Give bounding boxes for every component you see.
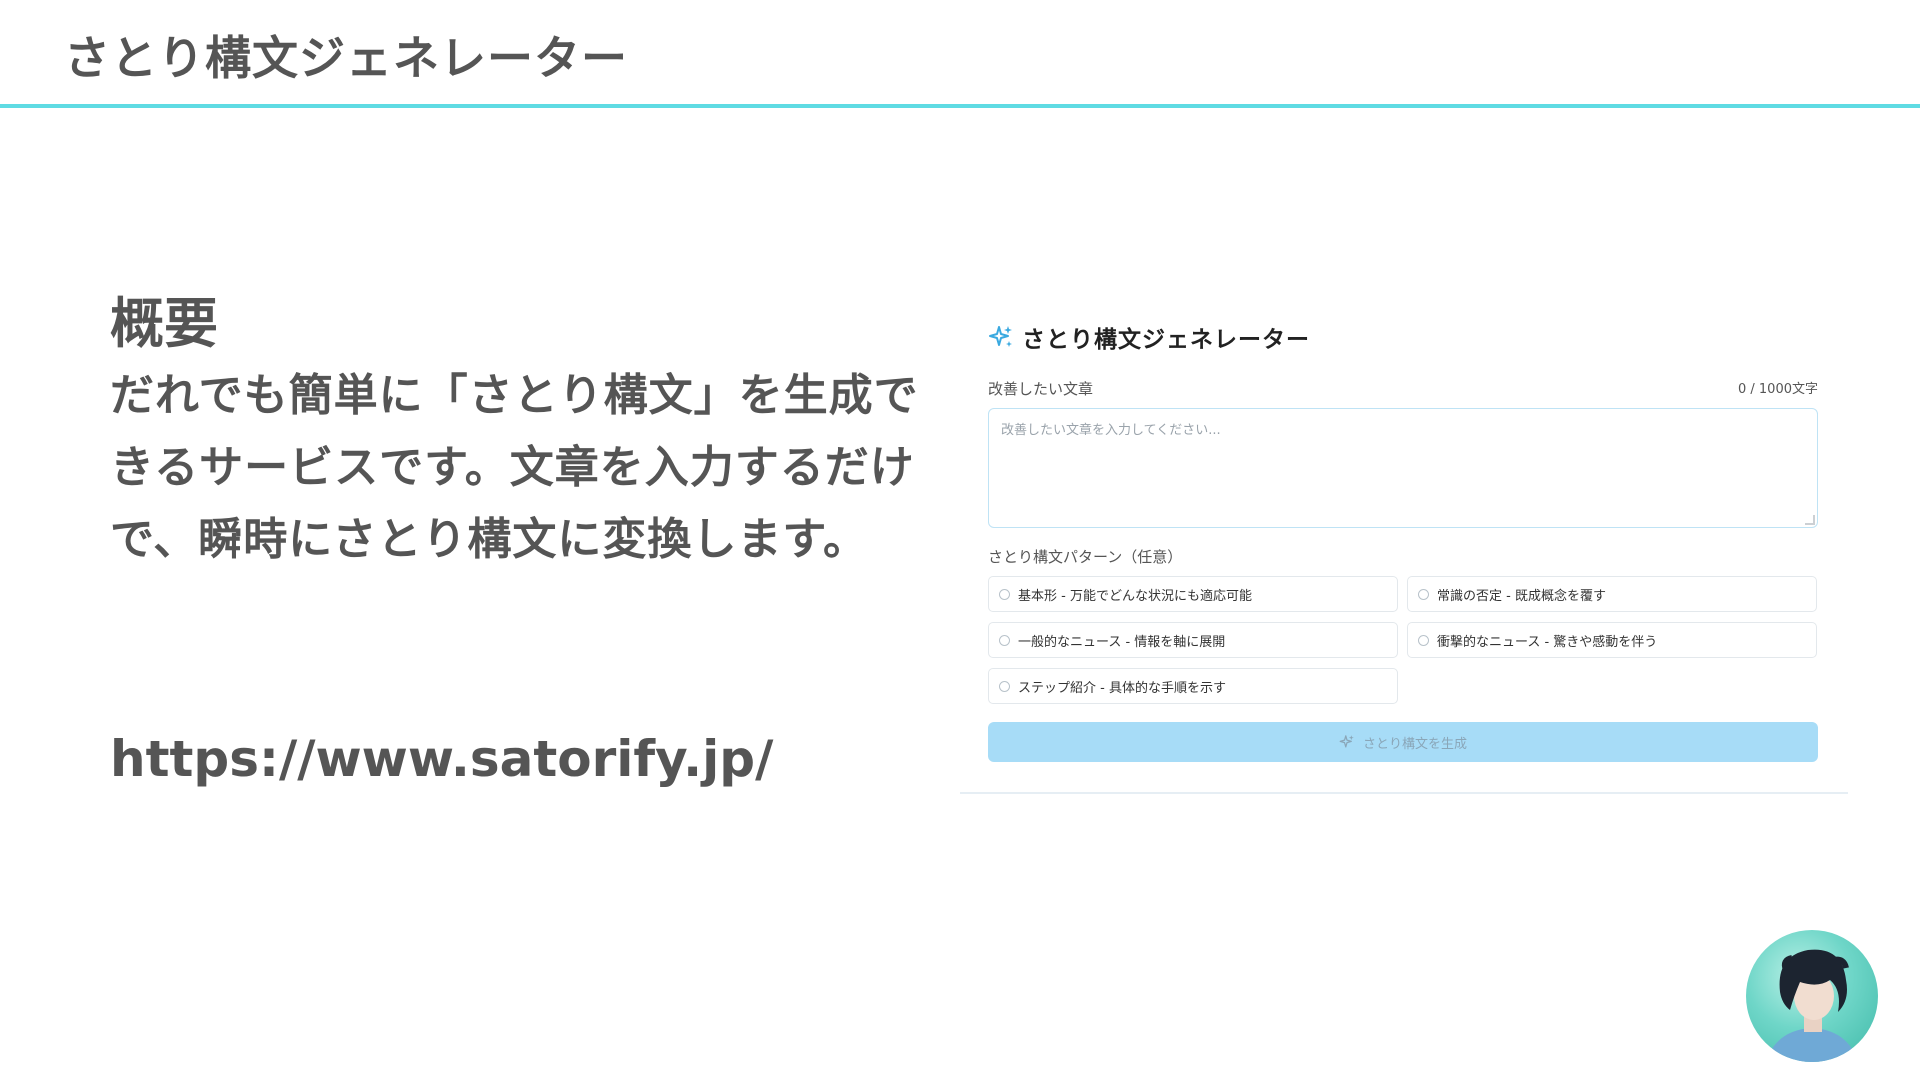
pattern-option-basic[interactable]: 基本形 - 万能でどんな状況にも適応可能 <box>988 576 1398 612</box>
pattern-option-label: 一般的なニュース - 情報を軸に展開 <box>1018 634 1226 650</box>
pattern-label: さとり構文パターン（任意） <box>988 548 1183 566</box>
char-count: 0 / 1000文字 <box>1738 382 1818 397</box>
pattern-option-shocking-news[interactable]: 衝撃的なニュース - 驚きや感動を伴う <box>1407 622 1817 658</box>
sparkle-icon <box>989 326 1012 347</box>
app-header: さとり構文ジェネレーター <box>988 320 1310 354</box>
overview-body: だれでも簡単に「さとり構文」を生成できるサービスです。文章を入力するだけで、瞬時… <box>110 370 919 565</box>
radio-button[interactable] <box>999 680 1010 692</box>
resize-handle[interactable] <box>1805 515 1815 525</box>
site-url[interactable]: https://www.satorify.jp/ <box>110 730 773 788</box>
radio-button[interactable] <box>999 634 1010 646</box>
pattern-option-label: 基本形 - 万能でどんな状況にも適応可能 <box>1018 588 1252 604</box>
pattern-option-negation[interactable]: 常識の否定 - 既成概念を覆す <box>1407 576 1817 612</box>
sparkle-icon <box>1339 735 1354 748</box>
slide: さとり構文ジェネレーター 概要 だれでも簡単に「さとり構文」を生成できるサービス… <box>0 0 1920 1080</box>
pattern-option-label: ステップ紹介 - 具体的な手順を示す <box>1018 680 1226 696</box>
text-input-placeholder: 改善したい文章を入力してください... <box>1001 423 1221 438</box>
text-input[interactable]: 改善したい文章を入力してください... <box>988 408 1818 528</box>
pattern-option-label: 常識の否定 - 既成概念を覆す <box>1437 588 1606 604</box>
slide-title: さとり構文ジェネレーター <box>64 31 628 85</box>
avatar-illustration <box>1766 949 1858 1062</box>
pattern-option-steps[interactable]: ステップ紹介 - 具体的な手順を示す <box>988 668 1398 704</box>
slide-header: さとり構文ジェネレーター <box>0 0 1920 108</box>
radio-button[interactable] <box>999 588 1010 600</box>
generate-button[interactable]: さとり構文を生成 <box>988 722 1818 762</box>
app-screenshot: さとり構文ジェネレーター 改善したい文章 0 / 1000文字 改善したい文章を… <box>960 300 1848 794</box>
radio-button[interactable] <box>1418 588 1429 600</box>
app-title: さとり構文ジェネレーター <box>1022 327 1310 353</box>
overview-heading: 概要 <box>110 292 218 355</box>
avatar <box>1746 930 1878 1062</box>
overview-section: 概要 だれでも簡単に「さとり構文」を生成できるサービスです。文章を入力するだけで… <box>110 288 930 576</box>
pattern-option-label: 衝撃的なニュース - 驚きや感動を伴う <box>1437 634 1658 650</box>
radio-button[interactable] <box>1418 634 1429 646</box>
pattern-option-general-news[interactable]: 一般的なニュース - 情報を軸に展開 <box>988 622 1398 658</box>
generate-button-label: さとり構文を生成 <box>1362 736 1467 752</box>
input-label: 改善したい文章 <box>988 380 1094 398</box>
